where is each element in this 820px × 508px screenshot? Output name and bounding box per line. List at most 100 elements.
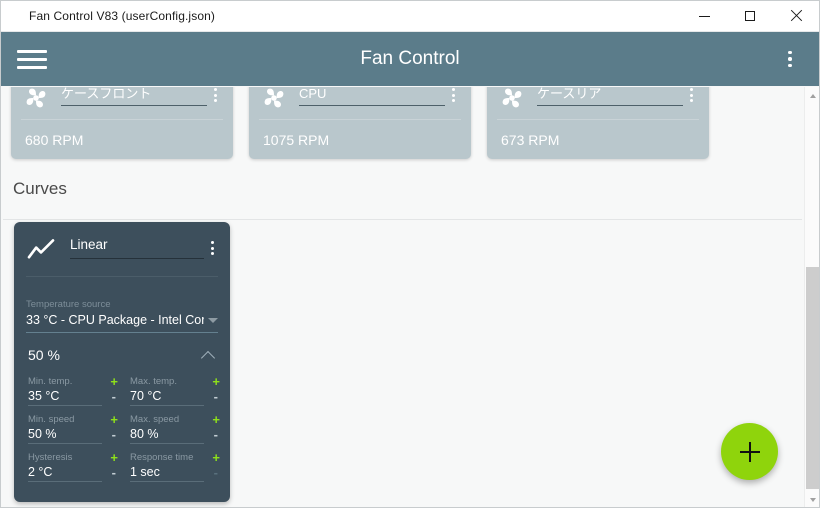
temperature-source-field[interactable]: Temperature source 33 °C - CPU Package -…	[14, 277, 230, 333]
param-label: Hysteresis	[28, 452, 73, 463]
kebab-dot	[213, 88, 217, 91]
window-controls	[681, 1, 819, 32]
field-underline	[26, 332, 218, 333]
increment-button[interactable]: +	[212, 451, 220, 464]
scrollbar-thumb[interactable]	[806, 267, 819, 489]
vertical-scrollbar[interactable]	[804, 87, 819, 507]
fan-card[interactable]: ケースフロント 680 RPM	[11, 87, 233, 159]
increment-button[interactable]: +	[110, 413, 118, 426]
plus-icon	[739, 441, 760, 462]
curve-kebab-menu-icon[interactable]	[204, 237, 220, 259]
param-label: Min. speed	[28, 414, 75, 425]
curve-card-header: Linear	[14, 222, 230, 262]
hamburger-menu-icon[interactable]	[17, 46, 47, 72]
curve-card-linear[interactable]: Linear Temperature source 33 °C - CPU Pa…	[14, 222, 230, 502]
close-icon	[790, 10, 802, 22]
maximize-button[interactable]	[727, 1, 773, 32]
decrement-button[interactable]: -	[214, 390, 218, 403]
arrow-up-icon	[809, 93, 816, 98]
kebab-dot	[451, 93, 455, 97]
kebab-dot	[788, 50, 792, 55]
param-value[interactable]: 80 %	[130, 426, 204, 443]
scroll-down-button[interactable]	[805, 491, 819, 507]
param-label: Max. speed	[130, 414, 180, 425]
fan-rpm-value: 673 RPM	[501, 132, 560, 148]
kebab-dot	[689, 99, 693, 102]
fan-card[interactable]: ケースリア 673 RPM	[487, 87, 709, 159]
param-value[interactable]: 70 °C	[130, 388, 204, 405]
window-title: Fan Control V83 (userConfig.json)	[29, 9, 216, 23]
kebab-dot	[689, 93, 693, 97]
add-button[interactable]	[721, 423, 778, 480]
temperature-source-value[interactable]: 33 °C - CPU Package - Intel Cor	[26, 311, 204, 329]
fan-kebab-menu-icon[interactable]	[445, 87, 461, 105]
kebab-dot	[451, 88, 455, 91]
curve-name[interactable]: Linear	[70, 236, 204, 254]
curve-name-wrap: Linear	[70, 236, 204, 259]
fan-name-wrap: ケースリア	[537, 87, 683, 106]
app-header: Fan Control	[1, 32, 819, 86]
decrement-button[interactable]: -	[112, 466, 116, 479]
kebab-dot	[210, 252, 214, 255]
kebab-dot	[213, 93, 217, 97]
fan-name[interactable]: ケースフロント	[61, 87, 207, 102]
kebab-dot	[213, 99, 217, 102]
param-value[interactable]: 50 %	[28, 426, 102, 443]
maximize-icon	[745, 11, 755, 21]
fan-kebab-menu-icon[interactable]	[683, 87, 699, 105]
chevron-down-icon[interactable]	[208, 318, 218, 323]
param-value[interactable]: 2 °C	[28, 464, 102, 481]
current-percent-value: 50 %	[28, 347, 60, 363]
param-label: Max. temp.	[130, 376, 177, 387]
increment-button[interactable]: +	[212, 375, 220, 388]
increment-button[interactable]: +	[110, 451, 118, 464]
decrement-button[interactable]: -	[214, 466, 218, 479]
curve-params-grid: Min. temp. 35 °C + - Max. temp. 70 °C + …	[14, 375, 230, 489]
fan-kebab-menu-icon[interactable]	[207, 87, 223, 105]
param-min-speed: Min. speed 50 % + -	[28, 413, 118, 451]
decrement-button[interactable]: -	[214, 428, 218, 441]
curve-name-underline	[70, 258, 204, 259]
param-max-temp: Max. temp. 70 °C + -	[130, 375, 220, 413]
param-min-temp: Min. temp. 35 °C + -	[28, 375, 118, 413]
param-value[interactable]: 1 sec	[130, 464, 204, 481]
chevron-up-icon[interactable]	[203, 349, 216, 362]
kebab-dot	[788, 63, 792, 68]
fan-name-underline	[299, 105, 445, 106]
close-button[interactable]	[773, 1, 819, 32]
decrement-button[interactable]: -	[112, 428, 116, 441]
current-percent-row[interactable]: 50 %	[14, 333, 230, 363]
kebab-dot	[210, 241, 214, 244]
field-underline	[28, 405, 102, 406]
minimize-button[interactable]	[681, 1, 727, 32]
fan-icon	[502, 88, 522, 108]
fan-name-wrap: ケースフロント	[61, 87, 207, 106]
app-window: Fan Control V83 (userConfig.json) Fan Co…	[0, 0, 820, 508]
fan-name-underline	[61, 105, 207, 106]
fan-name[interactable]: CPU	[299, 87, 445, 102]
title-bar: Fan Control V83 (userConfig.json)	[1, 1, 819, 32]
hamburger-bar	[17, 57, 47, 61]
field-underline	[130, 481, 204, 482]
kebab-dot	[788, 57, 792, 61]
fan-card-header: ケースフロント	[11, 87, 233, 115]
fan-name-wrap: CPU	[299, 87, 445, 106]
param-value[interactable]: 35 °C	[28, 388, 102, 405]
kebab-dot	[689, 88, 693, 91]
scroll-up-button[interactable]	[805, 87, 819, 104]
hamburger-bar	[17, 65, 47, 69]
field-underline	[130, 405, 204, 406]
fan-icon	[264, 88, 284, 108]
header-kebab-menu-icon[interactable]	[779, 46, 801, 72]
param-hysteresis: Hysteresis 2 °C + -	[28, 451, 118, 489]
divider	[3, 219, 802, 220]
fan-card[interactable]: CPU 1075 RPM	[249, 87, 471, 159]
param-label: Response time	[130, 452, 194, 463]
increment-button[interactable]: +	[110, 375, 118, 388]
fan-name-underline	[537, 105, 683, 106]
param-max-speed: Max. speed 80 % + -	[130, 413, 220, 451]
decrement-button[interactable]: -	[112, 390, 116, 403]
field-underline	[28, 481, 102, 482]
fan-name[interactable]: ケースリア	[537, 87, 683, 102]
increment-button[interactable]: +	[212, 413, 220, 426]
